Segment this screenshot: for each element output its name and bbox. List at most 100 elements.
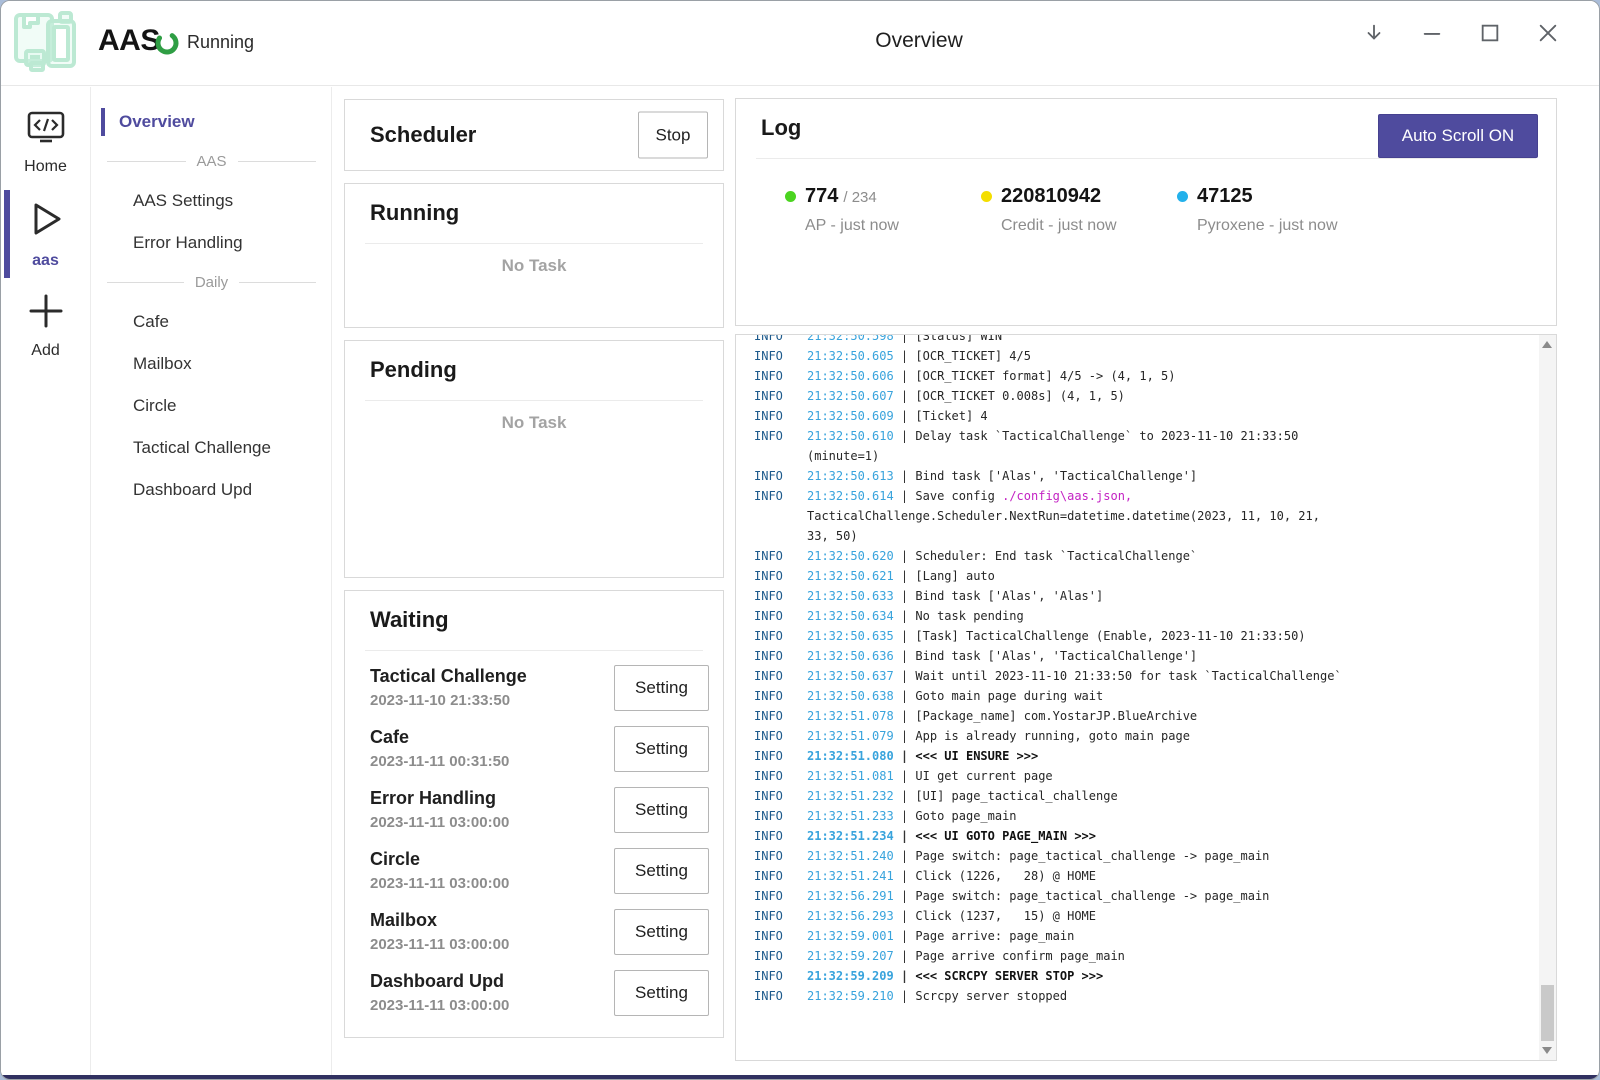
log-timestamp: 21:32:50.633 bbox=[807, 589, 894, 603]
log-message: 21:32:50.607 | [OCR_TICKET 0.008s] (4, 1… bbox=[807, 386, 1125, 406]
auto-scroll-button[interactable]: Auto Scroll ON bbox=[1378, 114, 1538, 158]
log-text: [OCR_TICKET 0.008s] (4, 1, 5) bbox=[915, 389, 1125, 403]
log-separator: | bbox=[894, 669, 916, 683]
setting-button-cafe[interactable]: Setting bbox=[614, 726, 709, 772]
log-line: INFO21:32:50.598 | [Status] WIN bbox=[754, 334, 1534, 346]
stat-dot-icon bbox=[981, 191, 992, 202]
log-message: 21:32:50.605 | [OCR_TICKET] 4/5 bbox=[807, 346, 1031, 366]
nav-item-circle[interactable]: Circle bbox=[92, 385, 331, 427]
log-level: INFO bbox=[754, 486, 807, 506]
log-level: INFO bbox=[754, 786, 807, 806]
log-line: INFO21:32:59.209 | <<< SCRCPY SERVER STO… bbox=[754, 966, 1534, 986]
log-message: 21:32:50.620 | Scheduler: End task `Tact… bbox=[807, 546, 1197, 566]
running-status: Running bbox=[187, 32, 254, 53]
log-text: Scheduler: End task `TacticalChallenge` bbox=[915, 549, 1197, 563]
log-line: INFO21:32:50.609 | [Ticket] 4 bbox=[754, 406, 1534, 426]
log-line: INFO21:32:50.613 | Bind task ['Alas', 'T… bbox=[754, 466, 1534, 486]
sidebar-item-home[interactable]: Home bbox=[1, 99, 90, 187]
scrollbar-down-icon[interactable] bbox=[1542, 1047, 1552, 1054]
divider bbox=[365, 400, 703, 401]
nav-item-mailbox[interactable]: Mailbox bbox=[92, 343, 331, 385]
sidebar-item-aas[interactable]: aas bbox=[1, 187, 90, 281]
nav-item-overview[interactable]: Overview bbox=[92, 101, 331, 143]
log-level: INFO bbox=[754, 646, 807, 666]
waiting-task-info: Mailbox 2023-11-11 03:00:00 bbox=[370, 910, 509, 953]
nav-item-tactical-challenge[interactable]: Tactical Challenge bbox=[92, 427, 331, 469]
log-separator: | bbox=[894, 849, 916, 863]
log-separator: | bbox=[894, 689, 916, 703]
log-level: INFO bbox=[754, 826, 807, 846]
nav-item-error-handling[interactable]: Error Handling bbox=[92, 222, 331, 264]
setting-button-error-handling[interactable]: Setting bbox=[614, 787, 709, 833]
log-timestamp: 21:32:50.613 bbox=[807, 469, 894, 483]
log-message: 21:32:51.232 | [UI] page_tactical_challe… bbox=[807, 786, 1118, 806]
log-line: INFO21:32:59.207 | Page arrive confirm p… bbox=[754, 946, 1534, 966]
setting-button-tactical-challenge[interactable]: Setting bbox=[614, 665, 709, 711]
log-separator: | bbox=[894, 989, 916, 1003]
log-timestamp: 21:32:50.638 bbox=[807, 689, 894, 703]
nav-section-divider: Daily bbox=[107, 264, 316, 301]
log-separator: | bbox=[894, 929, 916, 943]
log-separator: | bbox=[894, 769, 916, 783]
minimize-icon[interactable] bbox=[1419, 20, 1445, 46]
log-line: INFO21:32:51.233 | Goto page_main bbox=[754, 806, 1534, 826]
stat-value-row: 220810942 bbox=[1001, 185, 1177, 208]
icon-sidebar: Home aas Add bbox=[1, 87, 91, 1075]
nav-item-aas-settings[interactable]: AAS Settings bbox=[92, 180, 331, 222]
log-line: INFO21:32:51.080 | <<< UI ENSURE >>> bbox=[754, 746, 1534, 766]
log-level: INFO bbox=[754, 366, 807, 386]
stat-dot-icon bbox=[1177, 191, 1188, 202]
update-download-icon[interactable] bbox=[1361, 20, 1387, 46]
log-scrollbar[interactable] bbox=[1539, 335, 1556, 1060]
close-icon[interactable] bbox=[1535, 20, 1561, 46]
plus-icon bbox=[26, 292, 66, 335]
log-text: [Lang] auto bbox=[915, 569, 994, 583]
log-timestamp: 21:32:51.241 bbox=[807, 869, 894, 883]
app-logo-icon bbox=[11, 8, 81, 79]
log-timestamp: 21:32:51.078 bbox=[807, 709, 894, 723]
pending-title: Pending bbox=[370, 357, 457, 383]
running-spinner-icon bbox=[154, 30, 180, 61]
sidebar-item-add[interactable]: Add bbox=[1, 281, 90, 371]
waiting-task-name: Mailbox bbox=[370, 910, 509, 931]
nav-item-cafe[interactable]: Cafe bbox=[92, 301, 331, 343]
stat-ap: 774/ 234AP - just now bbox=[785, 185, 981, 235]
app-name: AAS bbox=[98, 24, 160, 58]
scrollbar-up-icon[interactable] bbox=[1542, 341, 1552, 348]
setting-button-mailbox[interactable]: Setting bbox=[614, 909, 709, 955]
log-level bbox=[754, 526, 807, 546]
log-message: 21:32:59.210 | Scrcpy server stopped bbox=[807, 986, 1067, 1006]
log-line: INFO21:32:56.291 | Page switch: page_tac… bbox=[754, 886, 1534, 906]
scrollbar-thumb[interactable] bbox=[1541, 985, 1554, 1041]
stop-button[interactable]: Stop bbox=[638, 112, 708, 159]
log-message: 21:32:51.240 | Page switch: page_tactica… bbox=[807, 846, 1269, 866]
log-timestamp: 21:32:51.079 bbox=[807, 729, 894, 743]
log-level: INFO bbox=[754, 406, 807, 426]
log-separator: | bbox=[894, 609, 916, 623]
log-separator: | bbox=[894, 569, 916, 583]
log-timestamp: 21:32:59.210 bbox=[807, 989, 894, 1003]
setting-button-circle[interactable]: Setting bbox=[614, 848, 709, 894]
log-timestamp: 21:32:50.614 bbox=[807, 489, 894, 503]
nav-item-dashboard-upd[interactable]: Dashboard Upd bbox=[92, 469, 331, 511]
log-message: 21:32:50.598 | [Status] WIN bbox=[807, 334, 1002, 346]
setting-button-dashboard-upd[interactable]: Setting bbox=[614, 970, 709, 1016]
log-level: INFO bbox=[754, 334, 807, 346]
log-level: INFO bbox=[754, 666, 807, 686]
maximize-icon[interactable] bbox=[1477, 20, 1503, 46]
log-message: 21:32:50.636 | Bind task ['Alas', 'Tacti… bbox=[807, 646, 1197, 666]
log-separator: | bbox=[894, 709, 916, 723]
window-bottom-edge bbox=[1, 1075, 1599, 1079]
log-message: 21:32:51.080 | <<< UI ENSURE >>> bbox=[807, 746, 1038, 766]
log-line: INFO21:32:51.078 | [Package_name] com.Yo… bbox=[754, 706, 1534, 726]
log-separator: | bbox=[894, 589, 916, 603]
waiting-task-row: Tactical Challenge2023-11-10 21:33:50Set… bbox=[345, 657, 723, 718]
waiting-task-time: 2023-11-11 03:00:00 bbox=[370, 936, 509, 953]
title-bar: AAS Running Overview bbox=[1, 1, 1599, 86]
log-console[interactable]: INFO21:32:50.598 | [Status] WININFO21:32… bbox=[735, 334, 1557, 1061]
log-level: INFO bbox=[754, 686, 807, 706]
log-text: Save config bbox=[915, 489, 1002, 503]
log-line: INFO21:32:50.610 | Delay task `TacticalC… bbox=[754, 426, 1534, 446]
log-message: 21:32:59.001 | Page arrive: page_main bbox=[807, 926, 1074, 946]
log-text: [Ticket] 4 bbox=[915, 409, 987, 423]
